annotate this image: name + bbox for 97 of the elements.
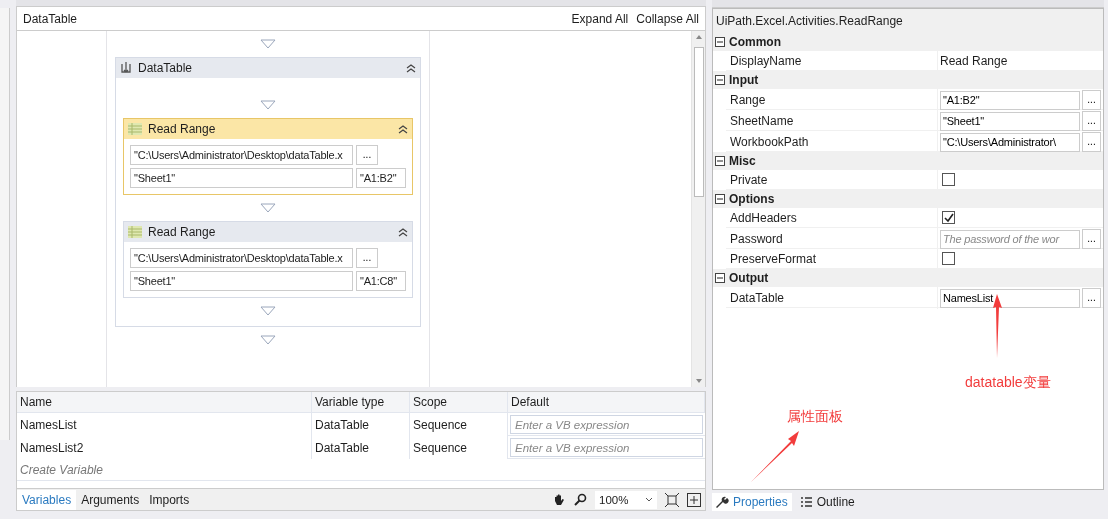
checkbox[interactable] bbox=[942, 173, 955, 186]
category-title: Options bbox=[729, 192, 775, 206]
browse-button[interactable]: ... bbox=[356, 145, 378, 165]
search-icon[interactable] bbox=[574, 493, 587, 506]
range-field[interactable]: "A1:B2" bbox=[356, 168, 406, 188]
collapse-icon[interactable] bbox=[406, 63, 416, 73]
range-field[interactable]: "A1:C8" bbox=[356, 271, 406, 291]
table-cell: NamesList2 bbox=[20, 440, 84, 455]
property-label: WorkbookPath bbox=[730, 135, 809, 149]
overview-icon[interactable] bbox=[687, 492, 701, 507]
property-field[interactable]: "C:\Users\Administrator\ bbox=[940, 132, 1080, 152]
table-cell: DataTable bbox=[315, 417, 370, 432]
category-title: Common bbox=[729, 35, 781, 49]
category-title: Input bbox=[729, 73, 759, 87]
category-title: Misc bbox=[729, 154, 756, 168]
sequence-container[interactable]: DataTable Read Range "C:\Users\Administrator\Desktop\dataTable.x ... "Sheet1" "A1:B2" Read Range "C:\Users\Administrator\Desktop\dataTable.x ... "Sheet1" "A1:C8" bbox=[115, 57, 421, 327]
property-label: Private bbox=[730, 172, 768, 187]
panel-tab[interactable]: Variables bbox=[17, 489, 77, 510]
header-link[interactable]: Collapse All bbox=[628, 11, 699, 26]
annotation-arrow bbox=[750, 431, 800, 483]
outline-icon bbox=[799, 495, 813, 509]
table-cell: Sequence bbox=[413, 440, 468, 455]
minus-icon bbox=[716, 274, 724, 282]
browse-button[interactable]: ... bbox=[1082, 229, 1101, 249]
table-icon bbox=[128, 123, 142, 135]
activity-title: Read Range bbox=[148, 225, 216, 239]
table-cell: Sequence bbox=[413, 417, 468, 432]
property-label: DataTable bbox=[730, 291, 785, 305]
checkbox[interactable] bbox=[942, 211, 955, 224]
panel-tab[interactable]: Properties bbox=[712, 493, 792, 511]
activity-title: Read Range bbox=[148, 122, 216, 136]
collapse-toggle[interactable] bbox=[715, 273, 725, 283]
path-field[interactable]: "C:\Users\Administrator\Desktop\dataTable.x bbox=[130, 145, 353, 165]
wrench-icon bbox=[716, 495, 729, 509]
drop-arrow-icon bbox=[260, 335, 276, 345]
panel-tab[interactable]: Arguments bbox=[76, 489, 145, 510]
path-field[interactable]: "C:\Users\Administrator\Desktop\dataTable.x bbox=[130, 248, 353, 268]
minus-icon bbox=[716, 195, 724, 203]
property-label: AddHeaders bbox=[730, 210, 797, 225]
sheet-field[interactable]: "Sheet1" bbox=[130, 271, 353, 291]
sequence-title: DataTable bbox=[138, 61, 193, 75]
annotation-text: datatable变量 bbox=[965, 374, 1051, 392]
property-label: DisplayName bbox=[730, 53, 802, 68]
collapse-icon[interactable] bbox=[398, 124, 408, 134]
checkbox[interactable] bbox=[942, 252, 955, 265]
property-field[interactable]: "Sheet1" bbox=[940, 111, 1080, 131]
scrollbar[interactable] bbox=[691, 31, 705, 387]
property-value: Read Range bbox=[940, 53, 1008, 68]
property-label: SheetName bbox=[730, 114, 794, 128]
sheet-field[interactable]: "Sheet1" bbox=[130, 168, 353, 188]
browse-button[interactable]: ... bbox=[1082, 90, 1101, 110]
collapse-toggle[interactable] bbox=[715, 75, 725, 85]
property-field[interactable]: NamesList bbox=[940, 288, 1080, 308]
expression-field[interactable]: Enter a VB expression bbox=[510, 438, 703, 457]
hand-icon[interactable] bbox=[552, 492, 566, 507]
property-label: PreserveFormat bbox=[730, 251, 817, 266]
drop-arrow-icon bbox=[260, 306, 276, 316]
collapse-icon[interactable] bbox=[398, 227, 408, 237]
collapse-toggle[interactable] bbox=[715, 194, 725, 204]
panel-tab[interactable]: Outline bbox=[795, 493, 859, 511]
panel-tab[interactable]: Imports bbox=[144, 489, 195, 510]
activity-card[interactable]: Read Range "C:\Users\Administrator\Desktop\dataTable.x ... "Sheet1" "A1:B2" bbox=[123, 118, 413, 195]
column-header: Name bbox=[20, 395, 52, 409]
collapse-toggle[interactable] bbox=[715, 37, 725, 47]
property-field[interactable]: "A1:B2" bbox=[940, 90, 1080, 110]
table-icon bbox=[128, 226, 142, 238]
column-header: Default bbox=[511, 395, 550, 409]
property-field[interactable]: The password of the wor bbox=[940, 229, 1080, 249]
activity-card[interactable]: Read Range "C:\Users\Administrator\Desktop\dataTable.x ... "Sheet1" "A1:C8" bbox=[123, 221, 413, 298]
minus-icon bbox=[716, 76, 724, 84]
fit-screen-icon[interactable] bbox=[665, 492, 679, 507]
create-variable-link[interactable]: Create Variable bbox=[20, 462, 103, 477]
breadcrumb: DataTable bbox=[23, 11, 78, 26]
browse-button[interactable]: ... bbox=[356, 248, 378, 268]
annotation-text: 属性面板 bbox=[787, 408, 843, 426]
expression-field[interactable]: Enter a VB expression bbox=[510, 415, 703, 434]
minus-icon bbox=[716, 38, 724, 46]
browse-button[interactable]: ... bbox=[1082, 288, 1101, 308]
collapse-toggle[interactable] bbox=[715, 156, 725, 166]
header-link[interactable]: Expand All bbox=[563, 11, 629, 26]
drop-arrow-icon bbox=[260, 203, 276, 213]
property-label: Password bbox=[730, 232, 783, 246]
activity-type: UiPath.Excel.Activities.ReadRange bbox=[716, 14, 903, 28]
browse-button[interactable]: ... bbox=[1082, 132, 1101, 152]
zoom-dropdown[interactable]: 100% bbox=[595, 490, 657, 509]
browse-button[interactable]: ... bbox=[1082, 111, 1101, 131]
table-cell: DataTable bbox=[315, 440, 370, 455]
column-header: Variable type bbox=[315, 395, 385, 409]
sequence-icon bbox=[120, 61, 132, 75]
chevron-down-icon bbox=[645, 496, 653, 503]
drop-arrow-icon bbox=[260, 39, 276, 49]
drop-arrow-icon bbox=[260, 100, 276, 110]
property-label: Range bbox=[730, 93, 766, 107]
table-cell: NamesList bbox=[20, 417, 77, 432]
minus-icon bbox=[716, 157, 724, 165]
column-header: Scope bbox=[413, 395, 448, 409]
category-title: Output bbox=[729, 271, 769, 285]
